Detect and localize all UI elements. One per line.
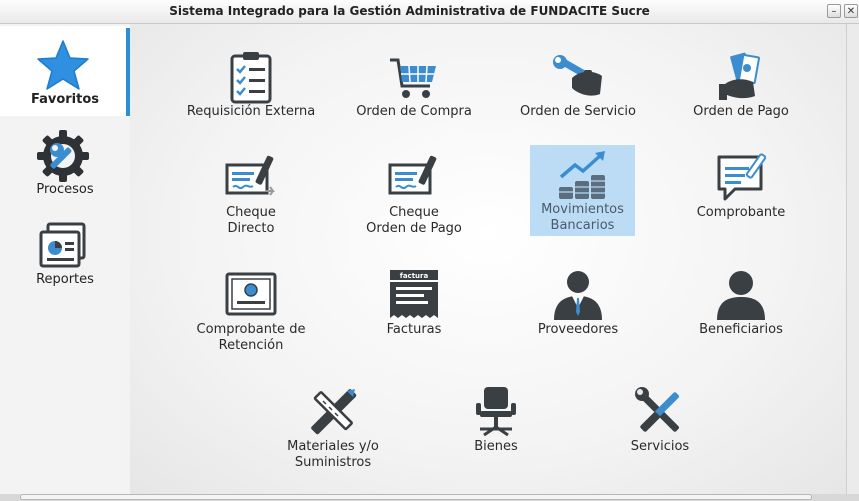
check-pen-icon: [388, 155, 437, 195]
tile-proveedores[interactable]: Proveedores: [513, 266, 643, 362]
money-hand-icon: [719, 52, 760, 100]
tile-label: Orden de Compra: [356, 104, 472, 119]
invoice-icon: factura: [390, 270, 438, 318]
reports-icon: [39, 222, 86, 268]
tile-orden-de-servicio[interactable]: Orden de Servicio: [513, 48, 643, 144]
person-icon: [717, 271, 765, 320]
tile-label: Orden de Servicio: [520, 104, 636, 119]
tile-label: Proveedores: [537, 322, 619, 337]
message-pen-icon: [717, 153, 767, 201]
tile-label: Cheque Directo: [226, 205, 276, 236]
tile-orden-de-compra[interactable]: Orden de Compra: [349, 48, 479, 144]
clipboard-checklist-icon: [230, 52, 272, 104]
title-bar: Sistema Integrado para la Gestión Admini…: [0, 0, 859, 24]
invoice-badge: factura: [400, 272, 429, 280]
tile-label: Cheque Orden de Pago: [366, 205, 462, 236]
certificate-icon: [225, 272, 277, 316]
office-chair-icon: [476, 387, 516, 437]
tile-orden-de-pago[interactable]: Orden de Pago: [676, 48, 806, 144]
tile-cheque-orden-de-pago[interactable]: Cheque Orden de Pago: [349, 149, 479, 245]
sidebar: Favoritos Procesos Reportes: [0, 24, 130, 494]
tile-label: Materiales y/o Suministros: [287, 439, 379, 470]
sidebar-item-reportes[interactable]: Reportes: [0, 206, 130, 296]
tile-label: Bienes: [474, 439, 518, 454]
tools-icon: [635, 387, 679, 432]
tile-cheque-directo[interactable]: Cheque Directo: [186, 149, 316, 245]
sidebar-item-label: Procesos: [36, 182, 94, 197]
star-icon: [37, 40, 89, 90]
tile-bienes[interactable]: Bienes: [431, 383, 561, 479]
wrench-hand-icon: [553, 55, 602, 96]
pencil-ruler-icon: [311, 389, 357, 435]
sidebar-item-label: Favoritos: [30, 92, 100, 107]
tile-label: Servicios: [630, 439, 690, 454]
tile-servicios[interactable]: Servicios: [595, 383, 725, 479]
main-panel: Requisición Externa Orden de Compra Orde…: [130, 24, 846, 494]
tile-materiales-suministros[interactable]: Materiales y/o Suministros: [268, 383, 398, 479]
tile-label: Comprobante: [696, 205, 786, 220]
check-pen-icon: [225, 155, 275, 196]
horizontal-scrollbar-thumb[interactable]: [20, 494, 812, 500]
window-title: Sistema Integrado para la Gestión Admini…: [169, 4, 650, 18]
tile-facturas[interactable]: factura Facturas: [349, 266, 479, 362]
sidebar-item-procesos[interactable]: Procesos: [0, 116, 130, 206]
tile-comprobante[interactable]: Comprobante: [676, 149, 806, 245]
tile-requisicion-externa[interactable]: Requisición Externa: [186, 48, 316, 144]
close-button[interactable]: ✕: [844, 4, 858, 18]
tile-label: Comprobante de Retención: [196, 322, 306, 353]
businessman-icon: [554, 271, 602, 320]
shopping-cart-icon: [390, 58, 436, 98]
chart-coins-icon: [559, 151, 605, 199]
vertical-scrollbar[interactable]: [846, 24, 859, 494]
tile-label: Beneficiarios: [699, 322, 783, 337]
gear-wrench-icon: [37, 130, 89, 182]
horizontal-scrollbar[interactable]: [0, 494, 859, 501]
sidebar-item-favoritos[interactable]: Favoritos: [0, 26, 130, 116]
tile-beneficiarios[interactable]: Beneficiarios: [676, 266, 806, 362]
tile-comprobante-de-retencion[interactable]: Comprobante de Retención: [186, 266, 316, 362]
minimize-button[interactable]: –: [827, 4, 841, 18]
sidebar-item-label: Reportes: [36, 272, 94, 287]
tile-movimientos-bancarios[interactable]: Movimientos Bancarios: [530, 145, 635, 236]
tile-label: Movimientos Bancarios: [541, 202, 624, 233]
tile-label: Orden de Pago: [693, 104, 789, 119]
tile-label: Requisición Externa: [186, 104, 316, 119]
tile-label: Facturas: [386, 322, 442, 337]
